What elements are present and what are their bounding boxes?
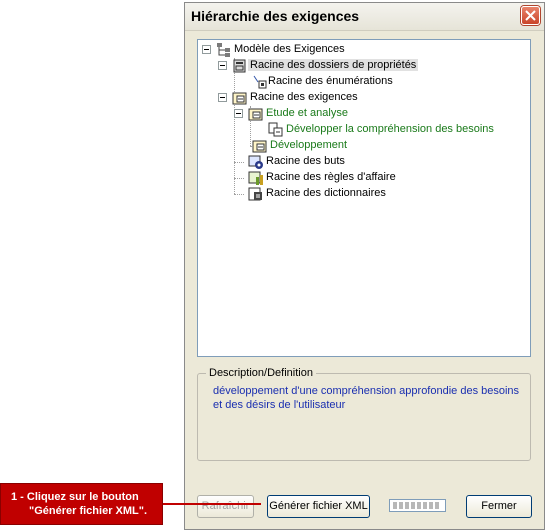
property-folder-icon [233, 59, 246, 73]
close-icon[interactable] [521, 6, 540, 25]
refresh-button[interactable]: Rafraîchir [197, 495, 254, 518]
tree-node-requirements[interactable]: Racine des exigences [218, 90, 418, 106]
dialog-title: Hiérarchie des exigences [191, 8, 360, 24]
tree-node-label: Modèle des Exigences [234, 43, 345, 55]
description-line: développement d'une compréhension approf… [213, 385, 520, 397]
tree-node-label: Racine des règles d'affaire [266, 171, 396, 183]
collapse-toggle-icon[interactable] [202, 45, 211, 54]
business-rule-icon [248, 171, 263, 185]
collapse-toggle-icon[interactable] [218, 93, 227, 102]
tree-node-goals[interactable]: Racine des buts [234, 154, 434, 170]
tree-node-label: Racine des buts [266, 155, 345, 167]
description-group: Description/Definition développement d'u… [197, 367, 531, 461]
tree-node-property-folders[interactable]: Racine des dossiers de propriétés [218, 58, 438, 74]
tree-node-label: Racine des énumérations [268, 75, 393, 87]
description-legend: Description/Definition [206, 367, 316, 379]
tree-node-label: Etude et analyse [266, 107, 348, 119]
tree-node-understand-needs[interactable]: Développer la compréhension des besoins [266, 122, 526, 138]
tree-node-label: Développer la compréhension des besoins [286, 123, 494, 135]
progress-bar [389, 499, 446, 512]
description-text: développement d'une compréhension approf… [213, 384, 523, 412]
callout-line: "Générer fichier XML". [29, 505, 148, 517]
tree-node-label: Racine des dossiers de propriétés [248, 59, 419, 71]
tree-node-label: Racine des exigences [250, 91, 358, 103]
dictionary-icon [248, 187, 262, 201]
tree-node-root[interactable]: Modèle des Exigences [202, 42, 402, 58]
tree-node-enumerations[interactable]: Racine des énumérations [250, 74, 450, 90]
tree-node-label: Développement [270, 139, 348, 151]
instruction-callout: 1 - Cliquez sur le bouton "Générer fichi… [0, 483, 163, 525]
hierarchy-dialog: Hiérarchie des exigences Modèle des Exig… [184, 2, 545, 530]
tree-node-business-rules[interactable]: Racine des règles d'affaire [234, 170, 434, 186]
tree-node-study-analysis[interactable]: Etude et analyse [234, 106, 434, 122]
tree-node-label: Racine des dictionnaires [266, 187, 386, 199]
close-button[interactable]: Fermer [466, 495, 532, 518]
callout-line: 1 - Cliquez sur le bouton [11, 491, 139, 503]
tree-node-dictionaries[interactable]: Racine des dictionnaires [234, 186, 434, 202]
tree-node-development[interactable]: Développement [250, 138, 450, 154]
title-bar: Hiérarchie des exigences [185, 3, 544, 31]
requirements-tree[interactable]: Modèle des Exigences Racine des dossiers… [197, 39, 531, 357]
generate-xml-button[interactable]: Générer fichier XML [267, 495, 370, 518]
goal-icon [248, 155, 263, 169]
collapse-toggle-icon[interactable] [218, 61, 227, 70]
requirement-folder-icon [252, 140, 267, 153]
callout-pointer [163, 503, 261, 505]
model-tree-icon [217, 43, 230, 57]
requirement-folder-icon [248, 108, 263, 121]
collapse-toggle-icon[interactable] [234, 109, 243, 118]
requirement-folder-icon [232, 92, 247, 105]
description-line: et des désirs de l'utilisateur [213, 399, 346, 411]
requirement-icon [268, 122, 283, 137]
enumeration-icon [253, 75, 267, 89]
